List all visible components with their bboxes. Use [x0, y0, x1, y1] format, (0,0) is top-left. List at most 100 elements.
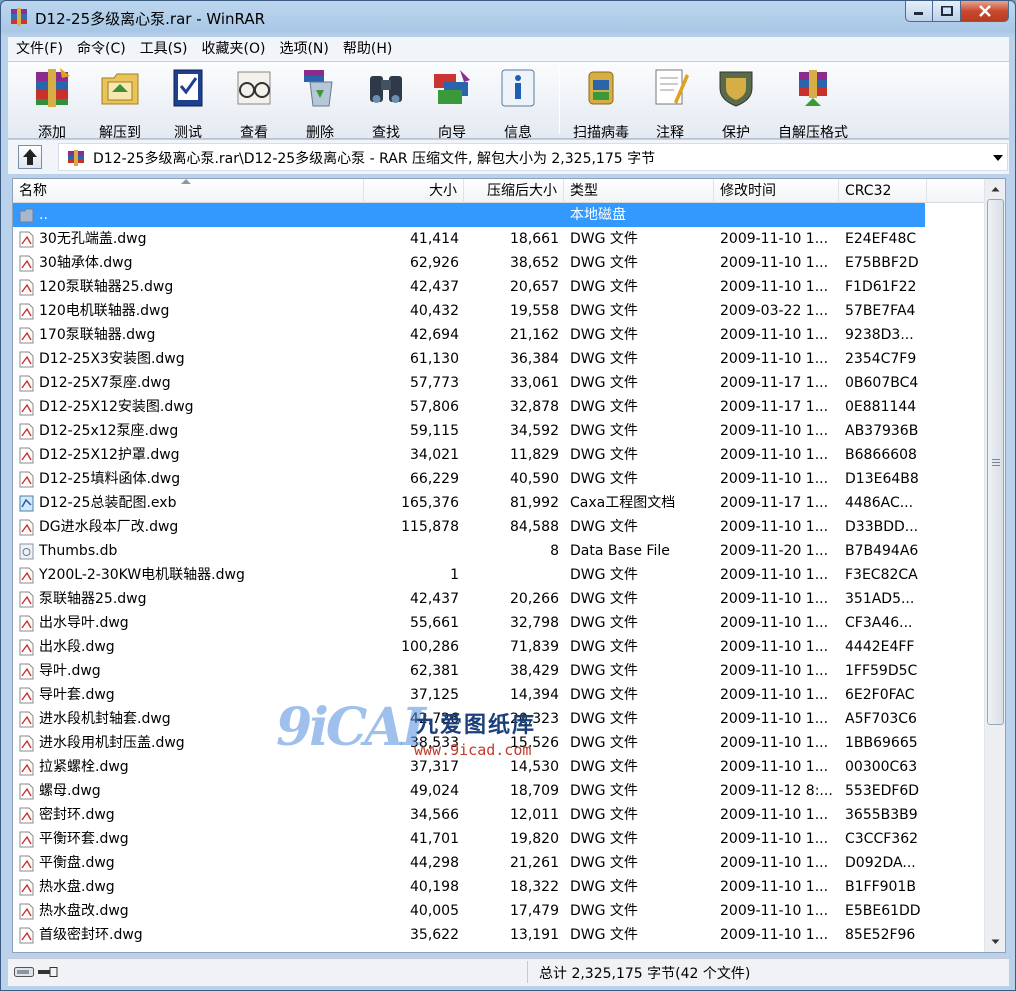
protect-button[interactable]: 保护	[704, 66, 768, 141]
test-button[interactable]: 测试	[156, 66, 220, 141]
table-row[interactable]: 120电机联轴器.dwg 40,432 19,558 DWG 文件 2009-03-22…	[13, 299, 985, 323]
file-size: 165,376	[401, 495, 459, 511]
table-row[interactable]: 平衡环套.dwg 41,701 19,820 DWG 文件 2009-11-10 1..…	[13, 827, 985, 851]
file-name: 泵联轴器25.dwg	[39, 591, 147, 607]
table-row[interactable]: Thumbs.db 8 Data Base File 2009-11-20 1... B…	[13, 539, 985, 563]
menu-tools[interactable]: 工具(S)	[132, 37, 194, 61]
add-books-icon	[36, 68, 70, 107]
extract-to-label: 解压到	[99, 125, 141, 141]
column-crc32[interactable]: CRC32	[839, 179, 927, 203]
delete-button[interactable]: 删除	[288, 66, 352, 141]
table-row[interactable]: D12-25X3安装图.dwg 61,130 36,384 DWG 文件 2009-11…	[13, 347, 985, 371]
file-type: DWG 文件	[570, 879, 638, 895]
column-packed[interactable]: 压缩后大小	[464, 179, 564, 203]
table-row[interactable]: 120泵联轴器25.dwg 42,437 20,657 DWG 文件 2009-11-1…	[13, 275, 985, 299]
view-button[interactable]: 查看	[222, 66, 286, 141]
column-modified[interactable]: 修改时间	[714, 179, 839, 203]
key-icon[interactable]	[38, 967, 58, 977]
address-bar: D12-25多级离心泵.rar\D12-25多级离心泵 - RAR 压缩文件, …	[8, 140, 1009, 174]
file-name: 热水盘.dwg	[39, 879, 115, 895]
table-row[interactable]: 出水段.dwg 100,286 71,839 DWG 文件 2009-11-10 1..…	[13, 635, 985, 659]
table-row[interactable]: D12-25X7泵座.dwg 57,773 33,061 DWG 文件 2009-11-…	[13, 371, 985, 395]
virus-scan-button[interactable]: 扫描病毒	[564, 66, 638, 141]
file-packed-size: 33,061	[510, 375, 559, 391]
table-row[interactable]: 密封环.dwg 34,566 12,011 DWG 文件 2009-11-10 1...…	[13, 803, 985, 827]
table-row[interactable]: 进水段机封轴套.dwg 42,726 20,323 DWG 文件 2009-11-10 …	[13, 707, 985, 731]
table-row[interactable]: D12-25x12泵座.dwg 59,115 34,592 DWG 文件 2009-11…	[13, 419, 985, 443]
table-row[interactable]: 进水段用机封压盖.dwg 38,533 15,526 DWG 文件 2009-11-10…	[13, 731, 985, 755]
menu-commands[interactable]: 命令(C)	[69, 37, 132, 61]
title-bar[interactable]: D12-25多级离心泵.rar - WinRAR	[1, 1, 1015, 33]
file-modified: 2009-11-10 1...	[720, 879, 829, 895]
scroll-up-button[interactable]	[986, 180, 1005, 198]
dwg-file-icon	[19, 927, 34, 944]
column-size[interactable]: 大小	[364, 179, 464, 203]
test-label: 测试	[174, 125, 202, 141]
file-name: D12-25总装配图.exb	[39, 495, 177, 511]
sfx-button[interactable]: 自解压格式	[772, 66, 854, 141]
menu-help[interactable]: 帮助(H)	[335, 37, 398, 61]
table-row[interactable]: 首级密封环.dwg 35,622 13,191 DWG 文件 2009-11-10 1.…	[13, 923, 985, 947]
table-row[interactable]: D12-25X12安装图.dwg 57,806 32,878 DWG 文件 2009-1…	[13, 395, 985, 419]
file-packed-size: 20,323	[510, 711, 559, 727]
maximize-button[interactable]	[933, 1, 961, 22]
close-button[interactable]	[961, 1, 1009, 22]
table-row[interactable]: 泵联轴器25.dwg 42,437 20,266 DWG 文件 2009-11-10 1…	[13, 587, 985, 611]
table-row[interactable]: 热水盘改.dwg 40,005 17,479 DWG 文件 2009-11-10 1..…	[13, 899, 985, 923]
find-button[interactable]: 查找	[354, 66, 418, 141]
file-crc32: 553EDF6D	[845, 783, 920, 799]
file-type: DWG 文件	[570, 447, 638, 463]
dropdown-arrow-icon[interactable]	[993, 155, 1003, 161]
extract-to-button[interactable]: 解压到	[88, 66, 152, 141]
path-combobox[interactable]: D12-25多级离心泵.rar\D12-25多级离心泵 - RAR 压缩文件, …	[58, 143, 1008, 171]
comment-button[interactable]: 注释	[638, 66, 702, 141]
table-row[interactable]: 导叶套.dwg 37,125 14,394 DWG 文件 2009-11-10 1...…	[13, 683, 985, 707]
file-size: 1	[450, 567, 459, 583]
file-crc32: E5BE61DD	[845, 903, 921, 919]
table-row[interactable]: D12-25填料函体.dwg 66,229 40,590 DWG 文件 2009-11-…	[13, 467, 985, 491]
table-row[interactable]: 30轴承体.dwg 62,926 38,652 DWG 文件 2009-11-10 1.…	[13, 251, 985, 275]
status-summary: 总计 2,325,175 字节(42 个文件)	[539, 966, 751, 982]
table-row[interactable]: 平衡盘.dwg 44,298 21,261 DWG 文件 2009-11-10 1...…	[13, 851, 985, 875]
wizard-button[interactable]: 向导	[420, 66, 484, 141]
up-folder-button[interactable]	[18, 145, 42, 169]
table-row[interactable]: 30无孔端盖.dwg 41,414 18,661 DWG 文件 2009-11-10 1…	[13, 227, 985, 251]
table-row[interactable]: DG进水段本厂改.dwg 115,878 84,588 DWG 文件 2009-11-1…	[13, 515, 985, 539]
dwg-file-icon	[19, 711, 34, 728]
file-type: DWG 文件	[570, 687, 638, 703]
file-size: 41,414	[410, 231, 459, 247]
file-name: 螺母.dwg	[39, 783, 101, 799]
drive-icon[interactable]	[14, 967, 34, 977]
minimize-button[interactable]	[905, 1, 933, 22]
column-type[interactable]: 类型	[564, 179, 714, 203]
file-modified: 2009-11-10 1...	[720, 255, 829, 271]
info-button[interactable]: 信息	[486, 66, 550, 141]
table-row[interactable]: 出水导叶.dwg 55,661 32,798 DWG 文件 2009-11-10 1..…	[13, 611, 985, 635]
dwg-file-icon	[19, 735, 34, 752]
table-row[interactable]: 170泵联轴器.dwg 42,694 21,162 DWG 文件 2009-11-10 …	[13, 323, 985, 347]
menu-favorites[interactable]: 收藏夹(O)	[194, 37, 272, 61]
file-crc32: A5F703C6	[845, 711, 917, 727]
vertical-scrollbar[interactable]	[984, 179, 1005, 952]
menu-options[interactable]: 选项(N)	[271, 37, 334, 61]
scroll-down-button[interactable]	[986, 933, 1005, 951]
column-name[interactable]: 名称	[13, 179, 364, 203]
table-row[interactable]: 热水盘.dwg 40,198 18,322 DWG 文件 2009-11-10 1...…	[13, 875, 985, 899]
file-modified: 2009-11-10 1...	[720, 663, 829, 679]
file-name: 平衡环套.dwg	[39, 831, 129, 847]
table-row[interactable]: 拉紧螺栓.dwg 37,317 14,530 DWG 文件 2009-11-10 1..…	[13, 755, 985, 779]
parent-folder-row[interactable]: .. 本地磁盘	[13, 203, 925, 227]
add-button[interactable]: 添加	[20, 66, 84, 141]
file-packed-size: 40,590	[510, 471, 559, 487]
menu-file[interactable]: 文件(F)	[8, 37, 69, 61]
dwg-file-icon	[19, 855, 34, 872]
table-row[interactable]: Y200L-2-30KW电机联轴器.dwg 1 DWG 文件 2009-11-10 1…	[13, 563, 985, 587]
file-modified: 2009-11-12 8:...	[720, 783, 833, 799]
table-row[interactable]: 螺母.dwg 49,024 18,709 DWG 文件 2009-11-12 8:...…	[13, 779, 985, 803]
table-row[interactable]: 导叶.dwg 62,381 38,429 DWG 文件 2009-11-10 1... 1…	[13, 659, 985, 683]
file-name: D12-25X12安装图.dwg	[39, 399, 194, 415]
table-row[interactable]: D12-25总装配图.exb 165,376 81,992 Caxa工程图文档 2009…	[13, 491, 985, 515]
scrollbar-thumb[interactable]	[987, 199, 1004, 725]
table-row[interactable]: D12-25X12护罩.dwg 34,021 11,829 DWG 文件 2009-11…	[13, 443, 985, 467]
file-type: DWG 文件	[570, 231, 638, 247]
